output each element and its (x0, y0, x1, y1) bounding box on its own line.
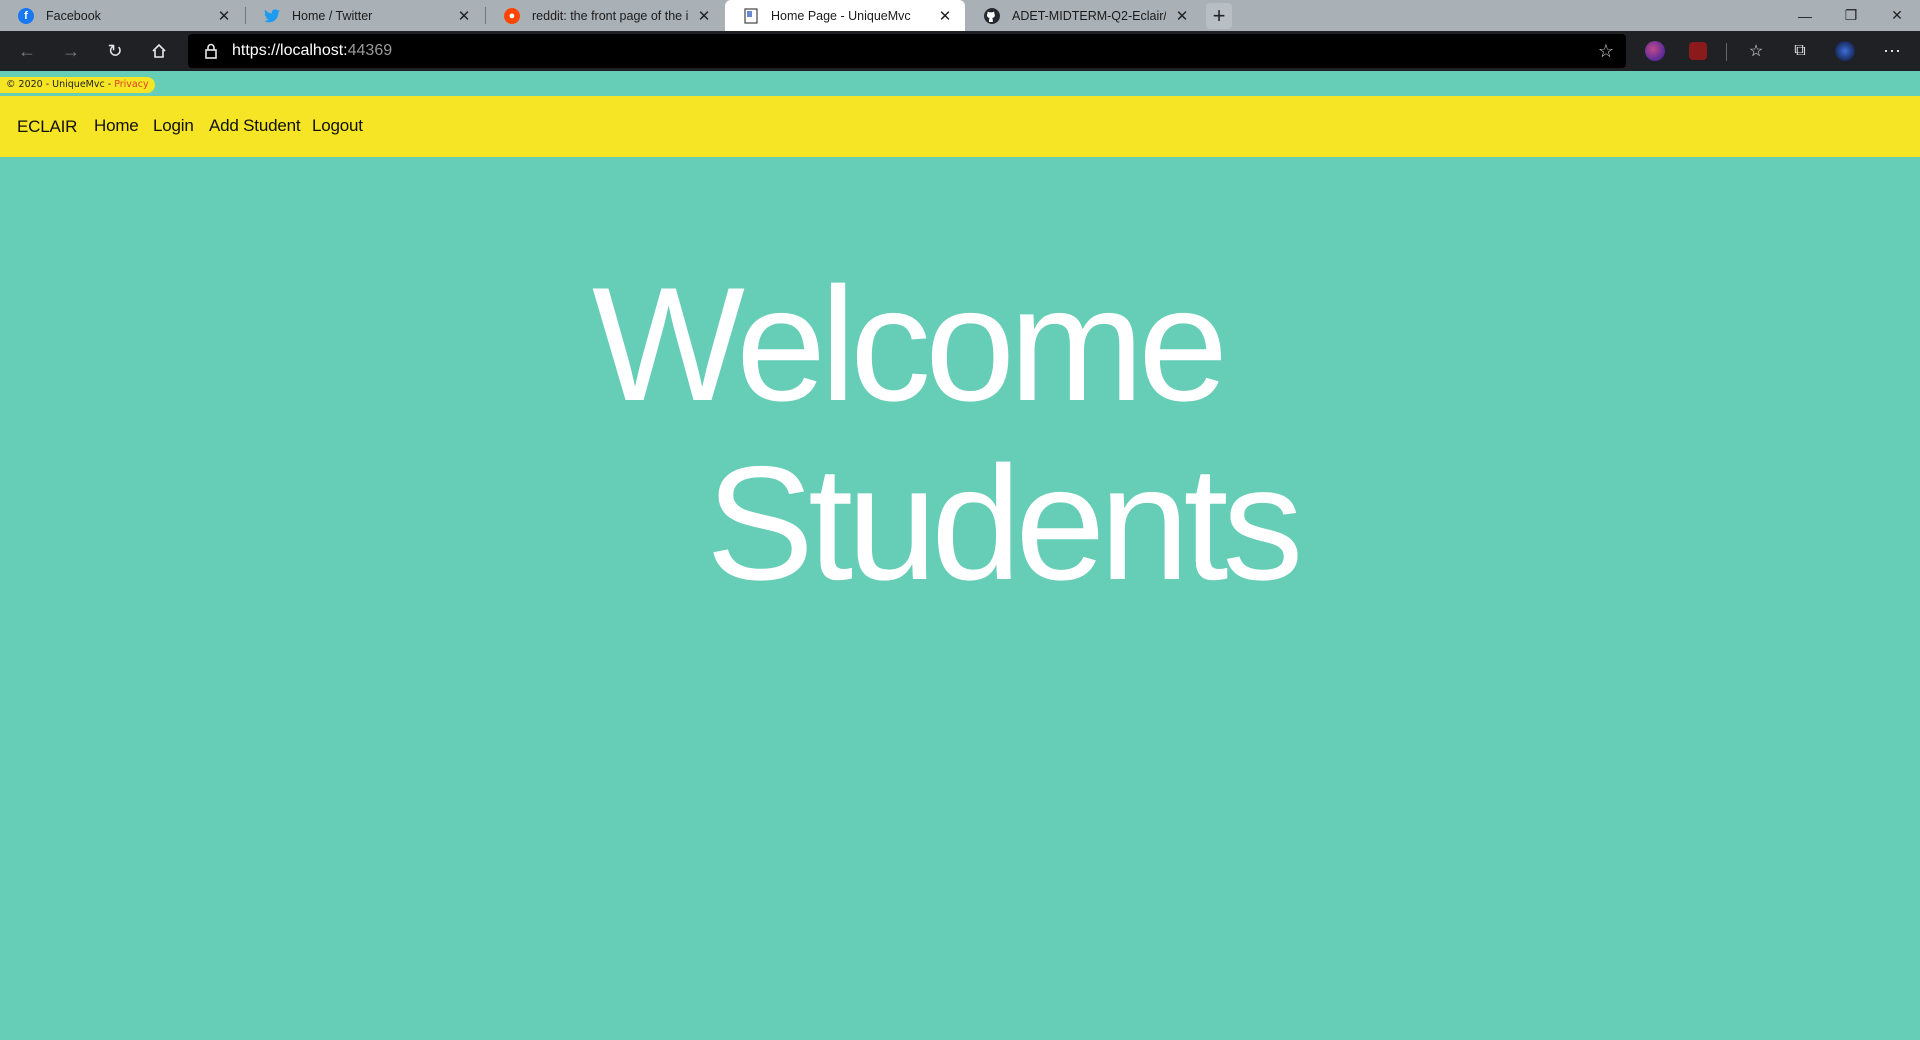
nav-link-login[interactable]: Login (153, 116, 194, 136)
url-text: https://localhost:44369 (232, 42, 392, 60)
tab-home-page-uniquemvc[interactable]: Home Page - UniqueMvc ✕ (725, 0, 965, 31)
navbar-brand[interactable]: ECLAIR (17, 117, 77, 137)
reddit-icon: ● (504, 7, 520, 24)
tab-github[interactable]: ADET-MIDTERM-Q2-Eclair/UniqueMvc ✕ (966, 0, 1202, 31)
profile-extension-icon[interactable] (1645, 41, 1665, 61)
tab-facebook[interactable]: f Facebook ✕ (0, 0, 244, 31)
toolbar-divider (1726, 43, 1727, 61)
restore-button[interactable]: ❐ (1828, 0, 1874, 31)
browser-tabstrip: f Facebook ✕ Home / Twitter ✕ ● reddit: … (0, 0, 1920, 31)
ellipsis-icon: ⋯ (1883, 40, 1901, 61)
arrow-right-icon: → (62, 40, 80, 61)
address-bar[interactable]: https://localhost:44369 ☆ (188, 34, 1626, 68)
favorites-list-icon: ☆ (1748, 43, 1764, 60)
tab-title: Home / Twitter (292, 8, 373, 23)
close-icon[interactable]: ✕ (937, 7, 953, 25)
nav-link-home[interactable]: Home (94, 116, 139, 136)
home-button[interactable] (143, 37, 175, 65)
collections-icon: ⧉ (1794, 42, 1806, 59)
footer: © 2020 - UniqueMvc - Privacy (0, 77, 155, 93)
navbar: ECLAIR Home Login Add Student Logout (0, 96, 1920, 157)
forward-button[interactable]: → (55, 37, 87, 65)
tab-title: Facebook (46, 8, 101, 23)
ublock-icon[interactable] (1689, 42, 1707, 60)
tab-title: ADET-MIDTERM-Q2-Eclair/UniqueMvc (1012, 8, 1166, 23)
collections-button[interactable]: ⧉ (1784, 37, 1816, 65)
close-icon[interactable]: ✕ (216, 7, 232, 25)
close-icon[interactable]: ✕ (456, 7, 472, 25)
close-icon[interactable]: ✕ (1174, 7, 1190, 25)
page-icon (743, 7, 759, 24)
github-icon (984, 7, 1000, 24)
nav-link-logout[interactable]: Logout (312, 116, 363, 136)
url-host: https://localhost: (232, 42, 348, 59)
close-window-button[interactable]: ✕ (1874, 0, 1920, 31)
privacy-link[interactable]: Privacy (114, 79, 148, 90)
arrow-left-icon: ← (18, 40, 36, 61)
facebook-icon: f (18, 7, 34, 24)
tab-twitter[interactable]: Home / Twitter ✕ (246, 0, 484, 31)
reload-button[interactable]: ↻ (99, 37, 131, 65)
favorites-button[interactable]: ☆ (1740, 37, 1772, 65)
favorite-star-icon[interactable]: ☆ (1598, 41, 1614, 62)
close-icon[interactable]: ✕ (696, 7, 712, 25)
home-icon (152, 43, 166, 58)
minimize-button[interactable]: — (1782, 0, 1828, 31)
more-menu-button[interactable]: ⋯ (1876, 37, 1908, 65)
twitter-icon (264, 8, 280, 24)
hero-welcome: Welcome (592, 254, 1228, 435)
footer-text: © 2020 - UniqueMvc - (6, 79, 115, 90)
refresh-icon: ↻ (107, 40, 123, 61)
url-port: 44369 (347, 42, 393, 59)
tab-reddit[interactable]: ● reddit: the front page of the internet… (486, 0, 724, 31)
nav-link-add-student[interactable]: Add Student (209, 116, 301, 136)
new-tab-button[interactable]: + (1206, 3, 1232, 29)
browser-toolbar: ← → ↻ https://localhost:44369 ☆ ☆ ⧉ ⋯ (0, 31, 1920, 71)
account-avatar-icon[interactable] (1835, 41, 1855, 61)
lock-icon (205, 43, 217, 59)
hero-students: Students (706, 433, 1303, 614)
tab-title: reddit: the front page of the internet (532, 8, 688, 23)
tab-title: Home Page - UniqueMvc (771, 8, 911, 23)
back-button[interactable]: ← (11, 37, 43, 65)
